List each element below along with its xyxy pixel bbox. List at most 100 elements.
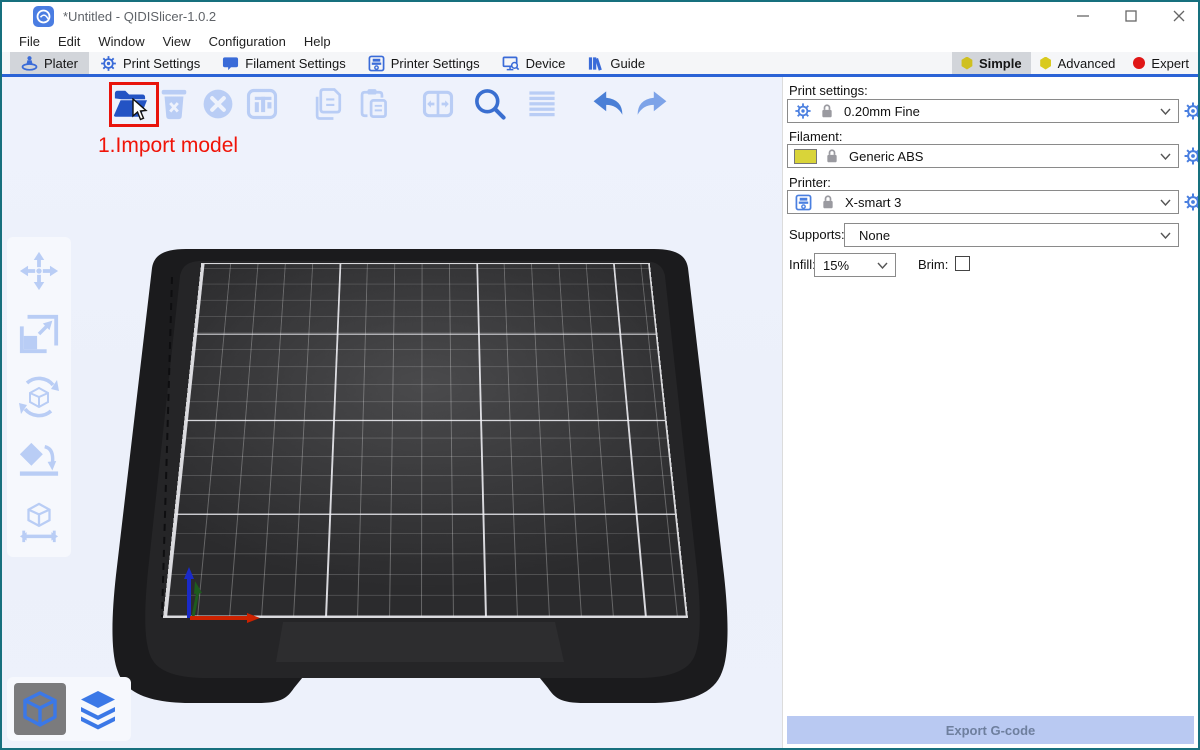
app-logo-icon <box>33 6 54 27</box>
variable-layer-height-button[interactable] <box>522 84 562 124</box>
menu-bar: File Edit Window View Configuration Help <box>2 30 1198 52</box>
printer-combo[interactable]: X-smart 3 <box>787 190 1179 214</box>
tab-printer-settings[interactable]: Printer Settings <box>357 52 491 74</box>
tab-label: Device <box>526 56 566 71</box>
split-window-icon <box>420 86 456 122</box>
export-gcode-button[interactable]: Export G-code <box>787 716 1194 744</box>
preview-view-button[interactable] <box>72 683 124 735</box>
undo-button[interactable] <box>588 84 628 124</box>
delete-all-button[interactable] <box>198 84 238 124</box>
simple-mode-icon <box>961 57 973 70</box>
menu-help[interactable]: Help <box>295 34 340 49</box>
print-settings-combo[interactable]: 0.20mm Fine <box>787 99 1179 123</box>
filament-label: Filament: <box>789 129 842 144</box>
tab-label: Plater <box>44 56 78 71</box>
tab-label: Print Settings <box>123 56 200 71</box>
gear-icon <box>794 102 812 120</box>
menu-window[interactable]: Window <box>89 34 153 49</box>
tab-guide[interactable]: Guide <box>576 52 656 74</box>
expert-mode-icon <box>1133 57 1145 69</box>
undo-arrow-icon <box>588 86 628 122</box>
close-button[interactable] <box>1170 7 1188 25</box>
menu-edit[interactable]: Edit <box>49 34 89 49</box>
menu-file[interactable]: File <box>10 34 49 49</box>
3d-editor-view-button[interactable] <box>14 683 66 735</box>
print-settings-gear-button[interactable] <box>1183 101 1200 121</box>
mode-label: Expert <box>1151 56 1189 71</box>
origin-axes-icon <box>2 77 782 748</box>
lock-icon <box>821 194 835 210</box>
guide-icon <box>587 55 604 72</box>
trash-x-icon <box>157 86 191 122</box>
chevron-down-icon <box>1160 199 1171 206</box>
printer-icon <box>795 194 812 211</box>
tab-label: Filament Settings <box>245 56 345 71</box>
print-settings-label: Print settings: <box>789 83 868 98</box>
arrange-grid-icon <box>244 86 280 122</box>
viewport-3d[interactable]: 1.Import model <box>2 77 782 748</box>
tab-print-settings[interactable]: Print Settings <box>89 52 211 74</box>
print-settings-value: 0.20mm Fine <box>844 104 920 119</box>
place-on-face-button[interactable] <box>17 438 61 482</box>
copy-icon <box>309 85 347 123</box>
tab-bar: Plater Print Settings Filament Settings … <box>2 52 1198 77</box>
chevron-down-icon <box>877 262 888 269</box>
chevron-down-icon <box>1160 153 1171 160</box>
device-icon <box>502 55 520 72</box>
measure-cube-icon <box>18 502 60 544</box>
arrange-button[interactable] <box>242 84 282 124</box>
mode-simple[interactable]: Simple <box>952 52 1031 74</box>
tab-filament-settings[interactable]: Filament Settings <box>211 52 356 74</box>
menu-view[interactable]: View <box>154 34 200 49</box>
paste-icon <box>353 85 391 123</box>
move-button[interactable] <box>17 249 61 293</box>
supports-combo[interactable]: None <box>844 223 1179 247</box>
window-title: *Untitled - QIDISlicer-1.0.2 <box>63 9 216 24</box>
delete-button[interactable] <box>154 84 194 124</box>
filament-gear-button[interactable] <box>1183 146 1200 166</box>
top-toolbar <box>110 84 672 124</box>
brim-checkbox[interactable] <box>955 256 970 271</box>
minimize-button[interactable] <box>1074 7 1092 25</box>
infill-label: Infill: <box>789 257 816 272</box>
supports-label: Supports: <box>789 227 845 242</box>
tab-label: Printer Settings <box>391 56 480 71</box>
move-arrows-icon <box>18 250 60 292</box>
tab-device[interactable]: Device <box>491 52 577 74</box>
printer-icon <box>368 55 385 72</box>
scale-icon <box>18 313 60 355</box>
app-window: *Untitled - QIDISlicer-1.0.2 File Edit W… <box>0 0 1200 750</box>
mode-expert[interactable]: Expert <box>1124 52 1198 74</box>
scale-button[interactable] <box>17 312 61 356</box>
printer-gear-button[interactable] <box>1183 192 1200 212</box>
search-button[interactable] <box>470 84 510 124</box>
plater-icon <box>21 55 38 72</box>
rotate-button[interactable] <box>17 375 61 419</box>
brim-label: Brim: <box>918 257 948 272</box>
supports-value: None <box>859 228 890 243</box>
mode-label: Advanced <box>1058 56 1116 71</box>
measure-button[interactable] <box>17 501 61 545</box>
paste-button[interactable] <box>352 84 392 124</box>
mode-advanced[interactable]: Advanced <box>1031 52 1125 74</box>
chevron-down-icon <box>1160 232 1171 239</box>
circle-x-icon <box>200 86 236 122</box>
copy-button[interactable] <box>308 84 348 124</box>
import-annotation: 1.Import model <box>98 134 238 158</box>
redo-button[interactable] <box>632 84 672 124</box>
layers-stack-icon <box>77 688 119 730</box>
settings-sidebar: Print settings: 0.20mm Fine Filament: Ge… <box>782 77 1198 748</box>
menu-configuration[interactable]: Configuration <box>200 34 295 49</box>
lock-icon <box>825 148 839 164</box>
printer-label: Printer: <box>789 175 831 190</box>
redo-arrow-icon <box>632 86 672 122</box>
split-button[interactable] <box>418 84 458 124</box>
tab-plater[interactable]: Plater <box>10 52 89 74</box>
gear-icon <box>100 55 117 72</box>
filament-icon <box>222 55 239 72</box>
title-bar: *Untitled - QIDISlicer-1.0.2 <box>2 2 1198 30</box>
infill-combo[interactable]: 15% <box>814 253 896 277</box>
layer-lines-icon <box>524 86 560 122</box>
maximize-button[interactable] <box>1122 7 1140 25</box>
filament-combo[interactable]: Generic ABS <box>787 144 1179 168</box>
